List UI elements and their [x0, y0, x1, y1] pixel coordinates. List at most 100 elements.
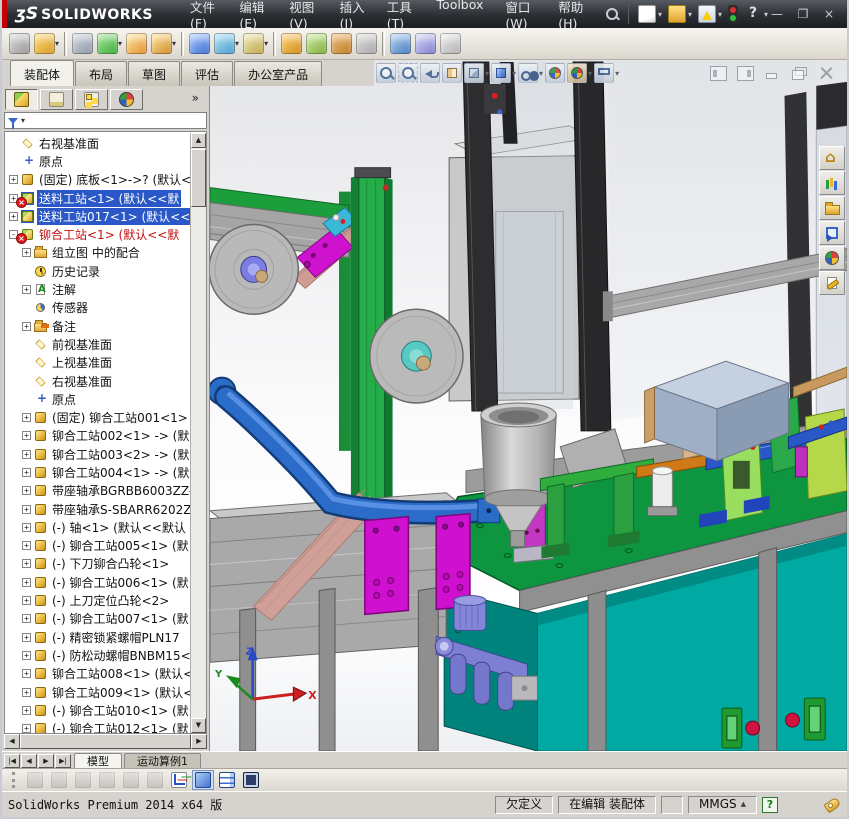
tree-horizontal-scrollbar[interactable]: ◀ ▶	[4, 734, 207, 749]
expand-toggle[interactable]: +	[22, 669, 31, 678]
window-prev-button[interactable]	[710, 66, 727, 81]
close-button[interactable]: ×	[821, 7, 837, 21]
tree-item[interactable]: + (-) 铆合工站010<1> (默	[5, 701, 190, 719]
chevron-down-icon[interactable]: ▾	[512, 69, 516, 78]
tree-item[interactable]: 右视基准面	[5, 134, 190, 152]
taskpane-appearances-icon[interactable]	[819, 246, 845, 270]
tree-item[interactable]: 历史记录	[5, 262, 190, 280]
interference-traffic-light-button[interactable]	[727, 4, 739, 24]
smart-fasteners-icon[interactable]	[187, 31, 212, 56]
tree-vertical-scrollbar[interactable]: ▲ ▼	[190, 133, 206, 733]
tree-item[interactable]: + (-) 精密锁紧螺帽PLN17	[5, 628, 190, 646]
help-status-button[interactable]: ?	[762, 797, 778, 813]
tree-item[interactable]: + (-) 铆合工站006<1> (默	[5, 573, 190, 591]
expand-toggle[interactable]: +	[22, 578, 31, 587]
expand-toggle[interactable]: +	[22, 322, 31, 331]
command-tab[interactable]: 装配体	[10, 60, 74, 86]
animation-wizard-icon[interactable]	[48, 770, 70, 790]
tree-item[interactable]: + 注解	[5, 280, 190, 298]
scroll-right-button[interactable]: ▶	[191, 734, 207, 749]
chevron-down-icon[interactable]: ▾	[688, 10, 692, 19]
autokey-icon[interactable]	[144, 770, 166, 790]
chevron-down-icon[interactable]: ▾	[764, 10, 768, 19]
study-tab[interactable]: 模型	[74, 753, 122, 768]
expand-toggle[interactable]: +	[22, 505, 31, 514]
expand-toggle[interactable]: +	[22, 596, 31, 605]
expand-toggle[interactable]: +	[22, 541, 31, 550]
gear-tools-icon[interactable]	[279, 31, 304, 56]
tree-item[interactable]: + 备注	[5, 317, 190, 335]
scroll-left-button[interactable]: ◀	[4, 734, 20, 749]
display-style-icon[interactable]: ▾	[491, 63, 516, 83]
tree-item[interactable]: + 带座轴承S-SBARR6202ZZ	[5, 500, 190, 518]
mate-icon[interactable]	[124, 31, 149, 56]
section-tool-icon[interactable]	[388, 31, 413, 56]
chevron-down-icon[interactable]: ▾	[588, 69, 592, 78]
tree-item[interactable]: + 铆合工站009<1> (默认<	[5, 683, 190, 701]
tree-item[interactable]: 前视基准面	[5, 335, 190, 353]
tree-item[interactable]: + (-) 铆合工站012<1> (默	[5, 720, 190, 734]
search-icon[interactable]	[604, 6, 620, 22]
chevron-down-icon[interactable]: ▾	[235, 39, 239, 48]
move-component-icon[interactable]: ▾	[212, 31, 241, 56]
open-assembly-icon[interactable]: ▾	[32, 31, 61, 56]
expand-toggle[interactable]: +	[22, 633, 31, 642]
calculate-motion-icon[interactable]	[72, 770, 94, 790]
taskpane-custom-properties-icon[interactable]	[819, 271, 845, 295]
command-tab[interactable]: 办公室产品	[234, 61, 322, 86]
tree-item[interactable]: - 铆合工站<1> (默认<<默	[5, 225, 190, 243]
filter-list-icon[interactable]	[96, 770, 118, 790]
chevron-down-icon[interactable]: ▾	[718, 10, 722, 19]
expand-toggle[interactable]: +	[22, 523, 31, 532]
taskpane-design-library-icon[interactable]	[819, 171, 845, 195]
key-grid-icon[interactable]	[120, 770, 142, 790]
tag-icon[interactable]	[823, 798, 841, 812]
chevron-down-icon[interactable]: ▾	[55, 39, 59, 48]
chevron-up-icon[interactable]: ▲	[741, 797, 746, 812]
simulation-icon[interactable]	[413, 31, 438, 56]
chevron-down-icon[interactable]: ▾	[118, 39, 122, 48]
expand-toggle[interactable]: +	[22, 688, 31, 697]
tab-nav-button[interactable]: ◀	[21, 754, 37, 768]
assembly-motion-icon[interactable]	[24, 770, 46, 790]
tree-item[interactable]: + 铆合工站008<1> (默认<	[5, 665, 190, 683]
tree-item[interactable]: + (固定) 底板<1>->? (默认<	[5, 171, 190, 189]
tree-item[interactable]: + (-) 下刀铆合凸轮<1>	[5, 555, 190, 573]
tree-item[interactable]: + (-) 铆合工站005<1> (默	[5, 537, 190, 555]
solidworks-rx-button[interactable]: ▾	[697, 4, 723, 24]
expand-toggle[interactable]: +	[22, 468, 31, 477]
taskpane-file-explorer-icon[interactable]	[819, 196, 845, 220]
chevron-down-icon[interactable]: ▾	[172, 39, 176, 48]
tab-displaymanager[interactable]	[110, 89, 143, 110]
rotate-component-icon[interactable]: ▾	[149, 31, 178, 56]
hide-show-items-icon[interactable]: ▾	[518, 63, 543, 83]
zoom-fit-icon[interactable]	[376, 63, 396, 83]
apply-scene-icon[interactable]: ▾	[567, 63, 592, 83]
tree-item[interactable]: + (-) 上刀定位凸轮<2>	[5, 591, 190, 609]
chevron-down-icon[interactable]: ▾	[658, 10, 662, 19]
tree-filter-bar[interactable]: ▾	[4, 112, 207, 129]
zoom-area-icon[interactable]	[398, 63, 418, 83]
image-frame-icon[interactable]	[438, 31, 463, 56]
tree-item[interactable]: + 送料工站017<1> (默认<<默	[5, 207, 190, 225]
tree-item[interactable]: 上视基准面	[5, 354, 190, 372]
tab-configurationmanager[interactable]	[75, 89, 108, 110]
command-tab[interactable]: 评估	[181, 61, 233, 86]
expand-toggle[interactable]: +	[22, 706, 31, 715]
graph-results-icon[interactable]	[168, 770, 190, 790]
model-mode-icon[interactable]	[192, 770, 214, 790]
tab-nav-button[interactable]: ▶	[38, 754, 54, 768]
insert-components-icon[interactable]: ▾	[95, 31, 124, 56]
view-orientation-icon[interactable]: ▾	[464, 63, 489, 83]
scroll-thumb[interactable]	[20, 734, 191, 749]
expand-toggle[interactable]: +	[22, 248, 31, 257]
open-document-button[interactable]: ▾	[667, 4, 693, 24]
chevron-down-icon[interactable]: ▾	[615, 69, 619, 78]
chevron-down-icon[interactable]: ▾	[539, 69, 543, 78]
command-tab[interactable]: 布局	[75, 61, 127, 86]
expand-toggle[interactable]: +	[22, 450, 31, 459]
chevron-down-icon[interactable]: ▾	[485, 69, 489, 78]
expand-toggle[interactable]: +	[22, 559, 31, 568]
expand-toggle[interactable]: +	[9, 175, 18, 184]
tree-item[interactable]: + 送料工站<1> (默认<<默	[5, 189, 190, 207]
